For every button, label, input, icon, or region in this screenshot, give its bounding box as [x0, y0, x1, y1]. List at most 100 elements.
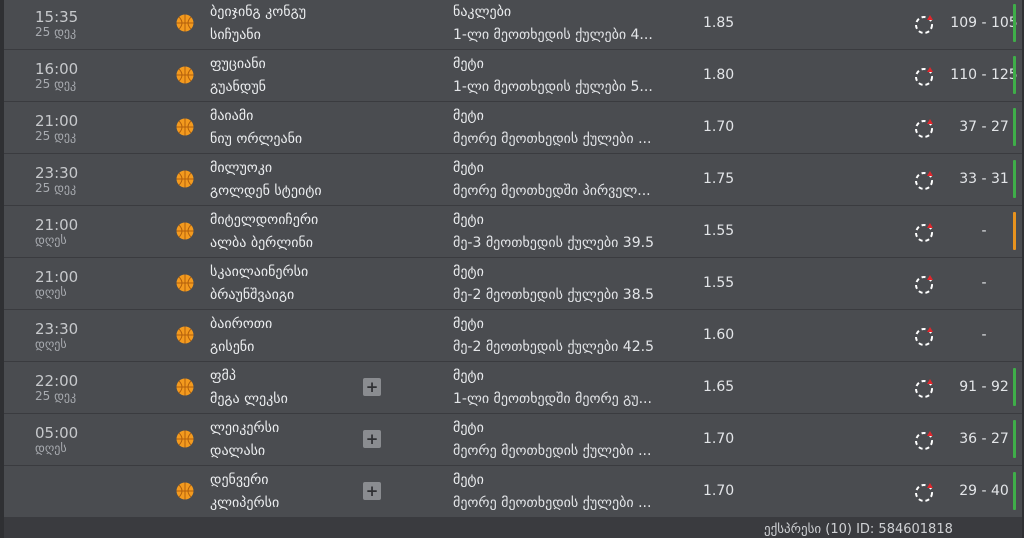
bet-row[interactable]: 23:30 25 დეკ მილუოკი გოლდენ სტეიტი მეტი … [4, 154, 1022, 206]
basketball-icon [176, 378, 194, 396]
team-away: დალასი [210, 443, 266, 459]
bet-row[interactable]: დენვერი კლიპერსი + მეტი მეორე მეოთხედის … [4, 466, 1022, 518]
market-type: მეტი [453, 160, 484, 176]
plus-icon[interactable]: + [363, 430, 381, 448]
bet-list: 15:35 25 დეკ ბეიჯინგ კონგუ სიჩუანი ნაკლე… [4, 0, 1022, 518]
market-type: მეტი [453, 420, 484, 436]
bet-row[interactable]: 23:30 დღეს ბაიროთი გისენი მეტი მე-2 მეოთ… [4, 310, 1022, 362]
team-home: ბეიჯინგ კონგუ [210, 4, 307, 20]
basketball-icon [176, 430, 194, 448]
team-home: ბაიროთი [210, 316, 273, 332]
team-home: მაიამი [210, 108, 254, 124]
odds-value: 1.85 [703, 15, 735, 31]
team-away: კლიპერსი [210, 495, 280, 511]
selection-label: 1-ლი მეოთხედში მეორე გუ... [453, 391, 652, 407]
team-away: გოლდენ სტეიტი [210, 183, 322, 199]
result-indicator [1013, 420, 1016, 458]
event-date: დღეს [35, 441, 67, 455]
team-away: ნიუ ორლეანი [210, 131, 303, 147]
team-home: ფუციანი [210, 56, 266, 72]
result-indicator [1013, 368, 1016, 406]
event-time: 22:00 [35, 372, 79, 390]
bet-row[interactable]: 21:00 დღეს მიტელდოიჩერი ალბა ბერლინი მეტ… [4, 206, 1022, 258]
team-home: სკაილაინერსი [210, 264, 309, 280]
event-date: 25 დეკ [35, 25, 77, 39]
selection-label: 1-ლი მეოთხედის ქულები 5... [453, 79, 653, 95]
match-score: 29 - 40 [959, 483, 1009, 499]
odds-value: 1.60 [703, 327, 735, 343]
basketball-icon [176, 170, 194, 188]
footer-summary: ექსპრესი (10) ID: 584601818 [764, 522, 953, 537]
plus-icon[interactable]: + [363, 378, 381, 396]
bet-row[interactable]: 21:00 25 დეკ მაიამი ნიუ ორლეანი მეტი მეო… [4, 102, 1022, 154]
selection-label: მეორე მეოთხედში პირველ... [453, 183, 651, 199]
match-score: - [981, 275, 987, 291]
result-indicator [1013, 160, 1016, 198]
live-status-icon [914, 325, 936, 347]
market-type: მეტი [453, 264, 484, 280]
team-away: სიჩუანი [210, 27, 261, 43]
market-type: მეტი [453, 212, 484, 228]
odds-value: 1.80 [703, 67, 735, 83]
result-indicator [1013, 56, 1016, 94]
match-score: 33 - 31 [959, 171, 1009, 187]
event-date: 25 დეკ [35, 389, 77, 403]
market-type: მეტი [453, 472, 484, 488]
market-type: მეტი [453, 368, 484, 384]
team-home: ლეიკერსი [210, 420, 280, 436]
team-away: გისენი [210, 339, 255, 355]
bet-row[interactable]: 05:00 დღეს ლეიკერსი დალასი + მეტი მეორე … [4, 414, 1022, 466]
live-status-icon [914, 117, 936, 139]
odds-value: 1.70 [703, 119, 735, 135]
event-time: 23:30 [35, 164, 79, 182]
odds-value: 1.55 [703, 275, 735, 291]
result-indicator [1013, 4, 1016, 42]
basketball-icon [176, 222, 194, 240]
plus-icon[interactable]: + [363, 482, 381, 500]
event-time: 16:00 [35, 60, 79, 78]
live-status-icon [914, 169, 936, 191]
market-type: მეტი [453, 316, 484, 332]
event-time: 21:00 [35, 216, 79, 234]
result-indicator [1013, 212, 1016, 250]
selection-label: მეორე მეოთხედის ქულები ... [453, 131, 652, 147]
market-type: მეტი [453, 56, 484, 72]
basketball-icon [176, 482, 194, 500]
event-date: დღეს [35, 337, 67, 351]
event-time: 23:30 [35, 320, 79, 338]
match-score: 36 - 27 [959, 431, 1009, 447]
live-status-icon [914, 377, 936, 399]
team-away: ბრაუნშვაიგი [210, 287, 295, 303]
match-score: 110 - 125 [950, 67, 1018, 83]
result-indicator [1013, 472, 1016, 510]
live-status-icon [914, 65, 936, 87]
selection-label: მე-3 მეოთხედის ქულები 39.5 [453, 235, 654, 251]
odds-value: 1.75 [703, 171, 735, 187]
bet-row[interactable]: 16:00 25 დეკ ფუციანი გუანდუნ მეტი 1-ლი მ… [4, 50, 1022, 102]
basketball-icon [176, 118, 194, 136]
bet-row[interactable]: 22:00 25 დეკ ფმპ მეგა ლეკსი + მეტი 1-ლი … [4, 362, 1022, 414]
event-time: 21:00 [35, 268, 79, 286]
odds-value: 1.55 [703, 223, 735, 239]
market-type: მეტი [453, 108, 484, 124]
event-date: 25 დეკ [35, 129, 77, 143]
match-score: 37 - 27 [959, 119, 1009, 135]
selection-label: მეორე მეოთხედის ქულები ... [453, 495, 652, 511]
odds-value: 1.65 [703, 379, 735, 395]
bet-row[interactable]: 15:35 25 დეკ ბეიჯინგ კონგუ სიჩუანი ნაკლე… [4, 0, 1022, 50]
result-indicator [1013, 108, 1016, 146]
basketball-icon [176, 14, 194, 32]
event-time: 05:00 [35, 424, 79, 442]
market-type: ნაკლები [453, 4, 512, 20]
basketball-icon [176, 274, 194, 292]
event-date: 25 დეკ [35, 77, 77, 91]
selection-label: 1-ლი მეოთხედის ქულები 4... [453, 27, 653, 43]
live-status-icon [914, 481, 936, 503]
team-home: დენვერი [210, 472, 269, 488]
bet-row[interactable]: 21:00 დღეს სკაილაინერსი ბრაუნშვაიგი მეტი… [4, 258, 1022, 310]
live-status-icon [914, 273, 936, 295]
selection-label: მეორე მეოთხედის ქულები ... [453, 443, 652, 459]
event-time: 15:35 [35, 8, 79, 26]
event-date: დღეს [35, 233, 67, 247]
live-status-icon [914, 429, 936, 451]
